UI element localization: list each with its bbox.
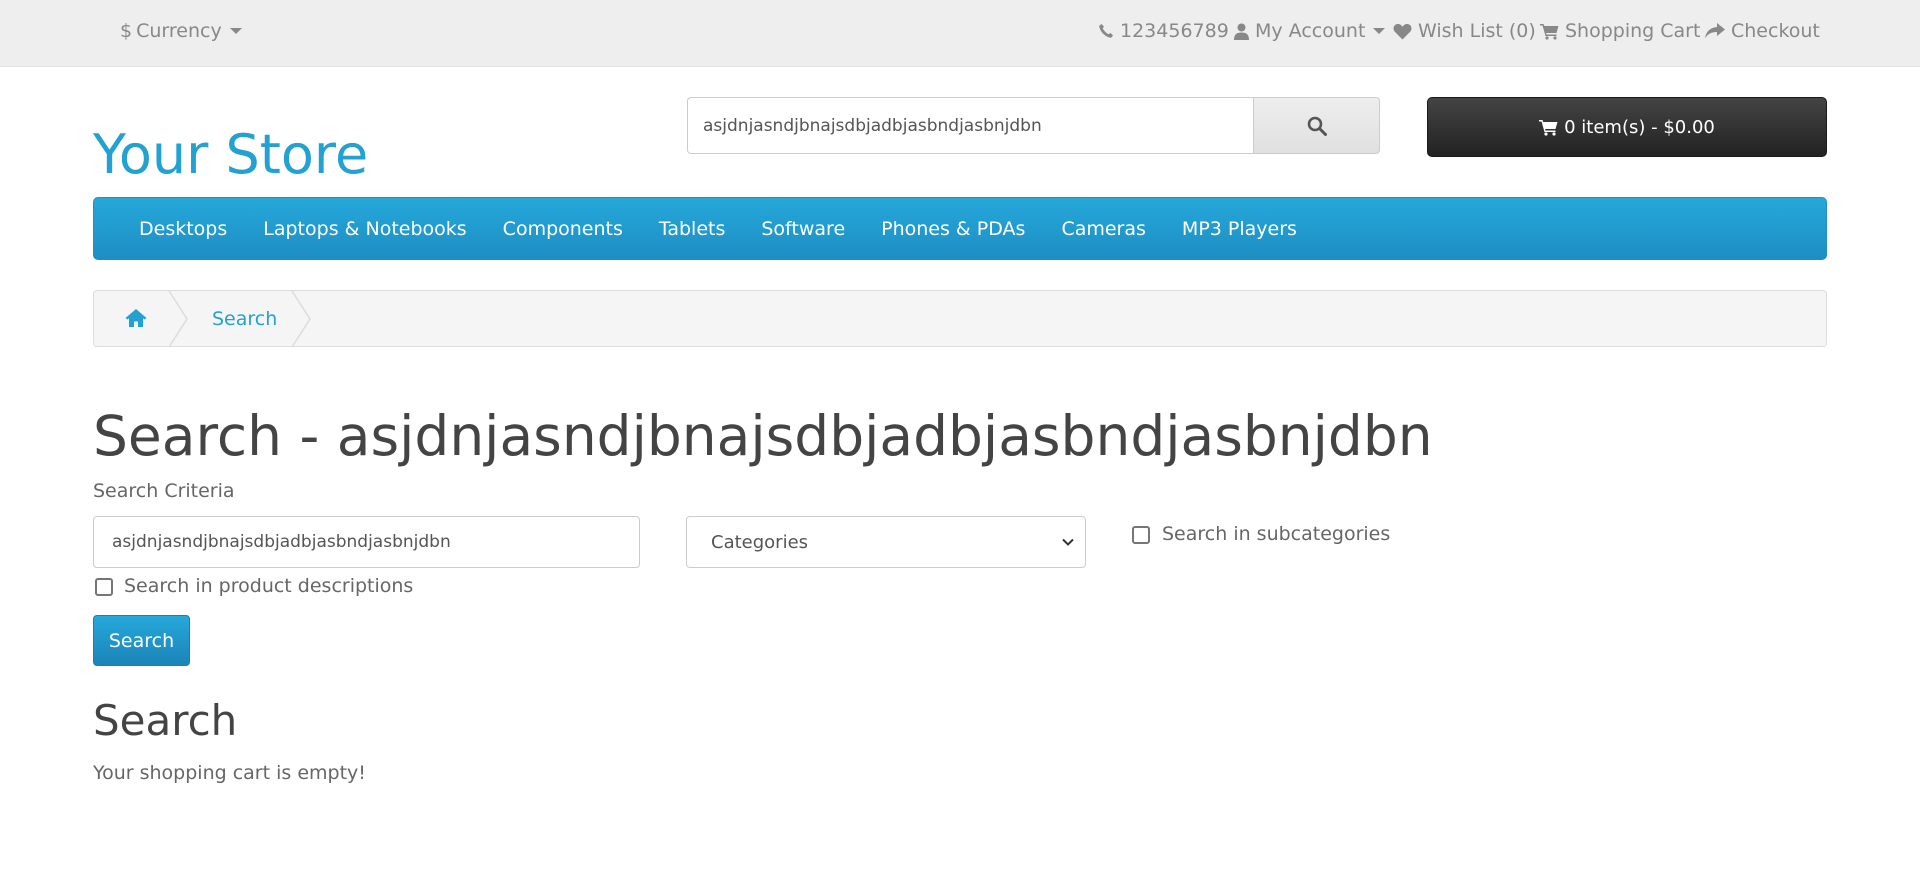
currency-label: Currency [136, 20, 222, 42]
currency-dropdown[interactable]: $ Currency [120, 0, 242, 62]
store-logo[interactable]: Your Store [93, 120, 368, 190]
breadcrumb-separator [165, 291, 188, 346]
subcategories-label: Search in subcategories [1162, 523, 1391, 545]
subcategories-checkbox[interactable] [1132, 526, 1150, 544]
user-icon [1234, 23, 1249, 40]
category-select[interactable]: Categories [686, 516, 1086, 568]
caret-down-icon [229, 28, 242, 34]
phone-link[interactable]: 123456789 [1098, 0, 1229, 62]
breadcrumb-separator [288, 291, 311, 346]
menu-item-tablets[interactable]: Tablets [641, 198, 743, 259]
wish-list-label: Wish List (0) [1418, 20, 1536, 42]
cart-summary-label: 0 item(s) - $0.00 [1564, 116, 1715, 138]
wish-list-link[interactable]: Wish List (0) [1393, 0, 1536, 62]
shopping-cart-icon [1539, 119, 1558, 136]
checkout-link[interactable]: Checkout [1705, 0, 1820, 62]
my-account-label: My Account [1255, 20, 1366, 42]
menu-item-phones-pdas[interactable]: Phones & PDAs [863, 198, 1043, 259]
search-input[interactable] [687, 97, 1253, 154]
search-button[interactable] [1253, 97, 1380, 154]
search-criteria-label: Search Criteria [93, 480, 235, 502]
search-icon [1307, 116, 1327, 136]
phone-number: 123456789 [1120, 20, 1229, 42]
menu-item-components[interactable]: Components [485, 198, 641, 259]
share-icon [1705, 22, 1725, 38]
shopping-cart-label: Shopping Cart [1565, 20, 1701, 42]
category-menu: Desktops Laptops & Notebooks Components … [93, 197, 1827, 260]
shopping-cart-icon [1540, 23, 1559, 40]
menu-item-laptops-notebooks[interactable]: Laptops & Notebooks [245, 198, 484, 259]
results-title: Search [93, 696, 238, 745]
empty-results-message: Your shopping cart is empty! [93, 762, 366, 784]
top-bar: $ Currency 123456789 My Account Wish Lis… [0, 0, 1920, 67]
menu-item-software[interactable]: Software [743, 198, 863, 259]
descriptions-checkbox[interactable] [95, 578, 113, 596]
dollar-icon: $ [120, 20, 133, 42]
my-account-dropdown[interactable]: My Account [1234, 0, 1386, 62]
breadcrumb: Search [93, 290, 1827, 347]
home-icon[interactable] [125, 308, 147, 332]
checkout-label: Checkout [1731, 20, 1820, 42]
breadcrumb-search-link[interactable]: Search [212, 291, 277, 346]
chevron-down-icon [1062, 538, 1074, 546]
shopping-cart-link[interactable]: Shopping Cart [1540, 0, 1700, 62]
descriptions-label: Search in product descriptions [124, 575, 414, 597]
cart-summary-button[interactable]: 0 item(s) - $0.00 [1427, 97, 1827, 157]
header-search [687, 97, 1381, 158]
menu-item-desktops[interactable]: Desktops [121, 198, 245, 259]
caret-down-icon [1373, 28, 1386, 34]
page-title: Search - asjdnjasndjbnajsdbjadbjasbndjas… [93, 404, 1433, 468]
phone-icon [1099, 24, 1113, 38]
search-submit-button[interactable]: Search [93, 615, 190, 666]
heart-icon [1393, 23, 1412, 39]
menu-item-mp3-players[interactable]: MP3 Players [1164, 198, 1315, 259]
search-criteria-input[interactable] [93, 516, 640, 568]
category-select-value: Categories [711, 531, 809, 553]
menu-item-cameras[interactable]: Cameras [1043, 198, 1163, 259]
